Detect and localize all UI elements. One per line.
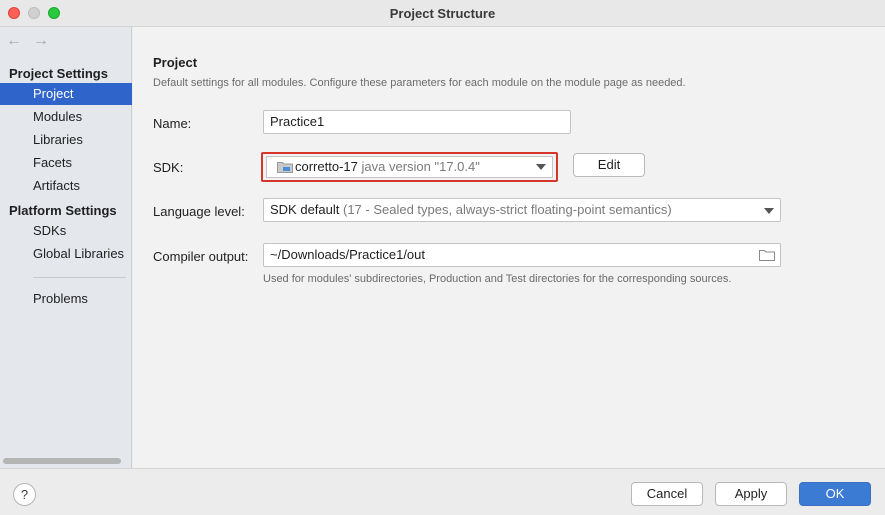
sidebar: ← → Project Settings Project Modules Lib… <box>0 27 132 468</box>
project-settings-heading: Project Settings <box>9 66 108 81</box>
folder-icon <box>277 162 293 173</box>
sidebar-item-global-libraries[interactable]: Global Libraries <box>0 243 132 265</box>
language-level-label: Language level: <box>153 204 245 219</box>
name-field[interactable]: Practice1 <box>263 110 571 134</box>
sdk-version: java version "17.0.4" <box>361 159 480 174</box>
chevron-down-icon <box>764 208 774 214</box>
sdk-name: corretto-17 <box>295 159 358 174</box>
sidebar-item-facets[interactable]: Facets <box>0 152 132 174</box>
page-description: Default settings for all modules. Config… <box>153 77 686 89</box>
language-level-value: SDK default <box>270 202 340 217</box>
name-label: Name: <box>153 116 192 131</box>
compiler-output-value: ~/Downloads/Practice1/out <box>270 247 426 262</box>
compiler-output-field[interactable]: ~/Downloads/Practice1/out <box>263 243 781 267</box>
sidebar-item-libraries[interactable]: Libraries <box>0 129 132 151</box>
sidebar-divider <box>33 277 126 278</box>
sidebar-item-sdks[interactable]: SDKs <box>0 220 132 242</box>
name-field-value: Practice1 <box>270 114 325 129</box>
window-title: Project Structure <box>389 6 496 21</box>
language-level-dropdown[interactable]: SDK default (17 - Sealed types, always-s… <box>263 198 781 222</box>
language-level-detail: (17 - Sealed types, always-strict floati… <box>343 202 672 217</box>
cancel-button[interactable]: Cancel <box>631 482 703 506</box>
forward-arrow-icon[interactable]: → <box>33 32 49 50</box>
sidebar-item-modules[interactable]: Modules <box>0 106 132 128</box>
sdk-dropdown[interactable]: corretto-17 java version "17.0.4" <box>266 156 553 178</box>
chevron-down-icon <box>536 164 546 170</box>
ok-button[interactable]: OK <box>799 482 871 506</box>
platform-settings-heading: Platform Settings <box>9 203 117 218</box>
compiler-output-hint: Used for modules' subdirectories, Produc… <box>263 273 732 285</box>
back-arrow-icon[interactable]: ← <box>6 32 22 50</box>
sidebar-item-artifacts[interactable]: Artifacts <box>0 175 132 197</box>
compiler-output-label: Compiler output: <box>153 249 249 264</box>
project-settings-panel: Project Default settings for all modules… <box>133 27 885 468</box>
sdk-label: SDK: <box>153 160 184 175</box>
page-title: Project <box>153 55 198 70</box>
dialog-footer: ? Cancel Apply OK <box>0 468 885 515</box>
sidebar-horizontal-scrollbar[interactable] <box>3 458 121 464</box>
folder-icon[interactable] <box>759 249 775 261</box>
title-bar: Project Structure <box>0 0 885 27</box>
apply-button[interactable]: Apply <box>715 482 787 506</box>
help-icon[interactable]: ? <box>13 483 36 506</box>
sidebar-item-project[interactable]: Project <box>0 83 132 105</box>
edit-sdk-button[interactable]: Edit <box>573 153 645 177</box>
sdk-highlight-box: corretto-17 java version "17.0.4" <box>261 152 558 182</box>
sidebar-item-problems[interactable]: Problems <box>0 288 132 310</box>
